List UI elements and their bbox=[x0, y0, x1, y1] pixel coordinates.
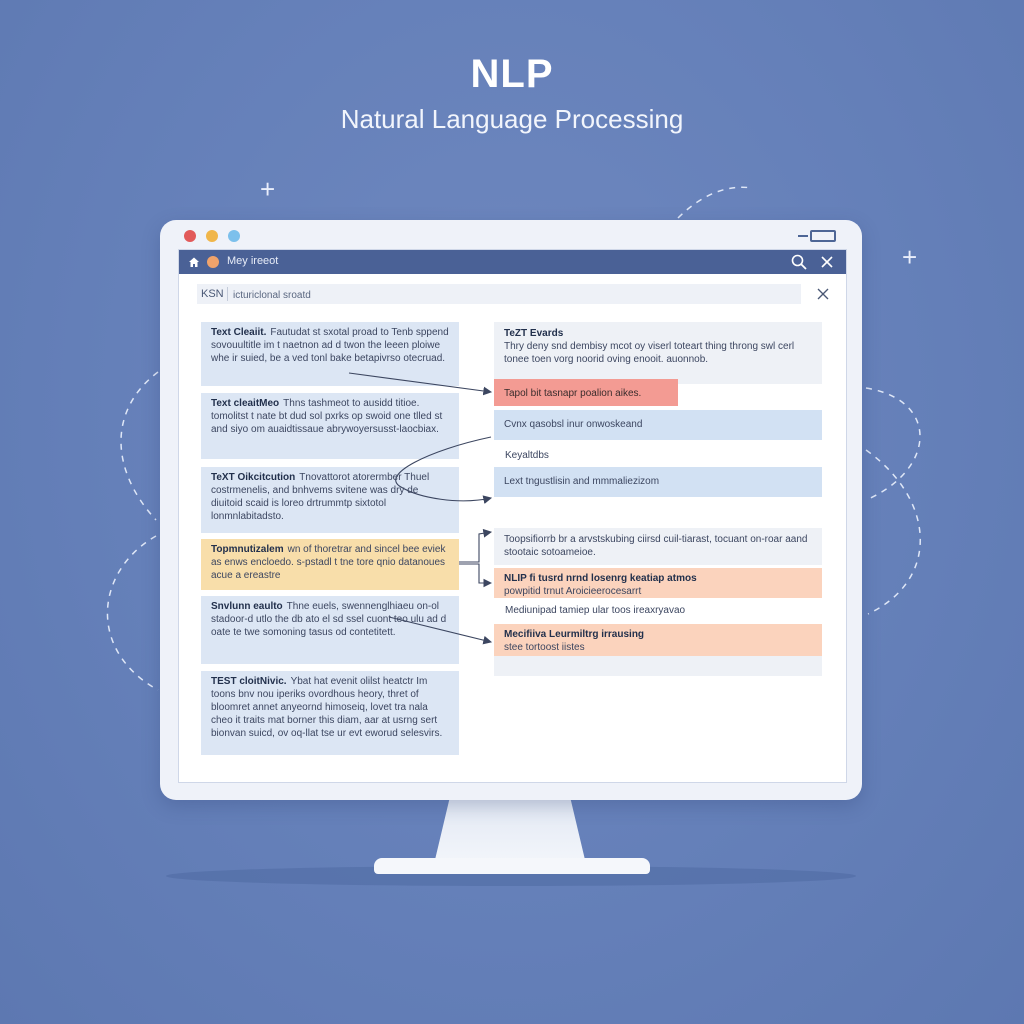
monitor-stand bbox=[434, 800, 586, 864]
maximize-dot[interactable] bbox=[228, 230, 240, 242]
monitor-base bbox=[374, 858, 650, 874]
app-window: Mey ireeot KSN Text Cleaiit.Fautudat st … bbox=[178, 249, 847, 783]
monitor-frame: Mey ireeot KSN Text Cleaiit.Fautudat st … bbox=[160, 220, 862, 800]
close-dot[interactable] bbox=[184, 230, 196, 242]
window-control-icon[interactable] bbox=[798, 230, 836, 242]
connector-arrows bbox=[348, 372, 493, 645]
minimize-dot[interactable] bbox=[206, 230, 218, 242]
